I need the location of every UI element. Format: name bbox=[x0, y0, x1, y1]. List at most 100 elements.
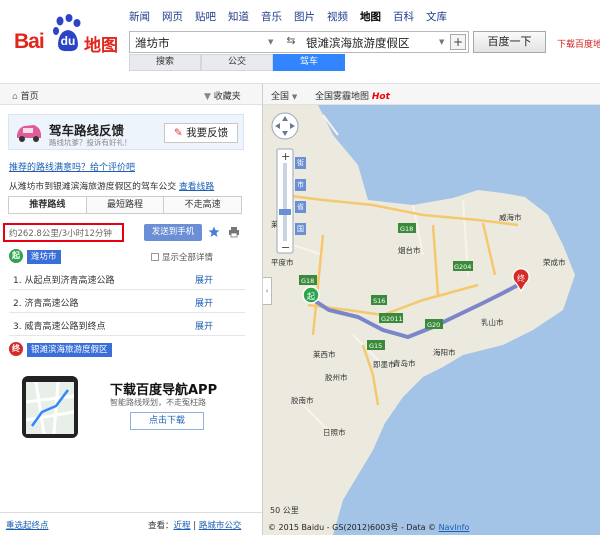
map-canvas[interactable]: 莱州市 威海市 烟台市 莱西市 即墨市 青岛市 胶州市 胶南市 日照市 海阳市 … bbox=[263, 105, 600, 535]
expand-link[interactable]: 展开 bbox=[195, 296, 213, 309]
home-link[interactable]: ⌂ 首页 bbox=[12, 89, 39, 102]
feedback-button-label: 我要反馈 bbox=[186, 127, 229, 139]
svg-text:海阳市: 海阳市 bbox=[433, 347, 456, 357]
destination-input[interactable]: 银滩滨海旅游度假区 bbox=[306, 35, 410, 51]
end-badge: 终 bbox=[9, 342, 23, 356]
view-lines-link[interactable]: 查看线路 bbox=[179, 182, 214, 192]
tab-search[interactable]: 搜索 bbox=[129, 54, 201, 71]
mode-tabs: 搜索 公交 驾车 bbox=[129, 54, 345, 71]
expand-link[interactable]: 展开 bbox=[195, 273, 213, 286]
tab-no-highway[interactable]: 不走高速 bbox=[164, 197, 242, 213]
tab-driving[interactable]: 驾车 bbox=[273, 54, 345, 71]
app-title: 下载百度导航APP bbox=[110, 383, 218, 398]
swap-icon[interactable]: ⇆ bbox=[280, 34, 302, 51]
route-search-box: 潍坊市 ▼ ⇆ 银滩滨海旅游度假区 ▼ + bbox=[129, 31, 469, 53]
print-icon[interactable] bbox=[228, 226, 240, 238]
expand-link[interactable]: 展开 bbox=[195, 319, 213, 332]
route-step-label: 威青高速公路到终点 bbox=[24, 322, 106, 332]
svg-text:荣成市: 荣成市 bbox=[543, 257, 566, 267]
feedback-button[interactable]: ✎ 我要反馈 bbox=[164, 123, 238, 143]
reselect-endpoints-link[interactable]: 重选起终点 bbox=[6, 519, 49, 531]
nav-web[interactable]: 网页 bbox=[162, 9, 183, 24]
zoom-country-label[interactable]: 国 bbox=[295, 223, 306, 235]
route-option-tabs: 推荐路线 最短路程 不走高速 bbox=[8, 196, 242, 214]
svg-text:胶南市: 胶南市 bbox=[291, 395, 314, 405]
smog-map-link[interactable]: 全国雾霾地图 Hot bbox=[315, 89, 390, 102]
tab-transit[interactable]: 公交 bbox=[201, 54, 273, 71]
svg-text:G204: G204 bbox=[454, 263, 471, 271]
route-description: 从潍坊市到银滩滨海旅游度假区的驾车公交 查看线路 bbox=[9, 179, 214, 192]
see-also-label: 查看： bbox=[148, 521, 174, 531]
zoom-province-label[interactable]: 省 bbox=[295, 201, 306, 213]
rate-route-link[interactable]: 推荐的路线满意吗？给个评价吧 bbox=[9, 160, 135, 173]
svg-text:起: 起 bbox=[307, 292, 315, 301]
favorites-link[interactable]: ▼ 收藏夹 bbox=[204, 89, 241, 102]
map-scale: 50 公里 bbox=[270, 506, 299, 515]
route-step-text: 1. 从起点到济青高速公路 bbox=[13, 273, 114, 286]
route-step-num: 2. bbox=[13, 299, 22, 309]
region-selector[interactable]: 全国 ▼ bbox=[271, 89, 297, 102]
collapse-panel-icon[interactable]: ‹ bbox=[263, 277, 272, 305]
route-step: 1. 从起点到济青高速公路 展开 bbox=[9, 268, 245, 290]
see-also-separator: | bbox=[193, 521, 197, 531]
route-step: 3. 威青高速公路到终点 展开 bbox=[9, 314, 245, 336]
qingdao-label: 青岛市 bbox=[393, 358, 416, 368]
origin-input[interactable]: 潍坊市 bbox=[135, 35, 170, 51]
zoom-city-label[interactable]: 市 bbox=[295, 179, 306, 191]
origin-dropdown-icon[interactable]: ▼ bbox=[268, 38, 273, 46]
nav-tieba[interactable]: 贴吧 bbox=[195, 9, 216, 24]
nav-video[interactable]: 视频 bbox=[327, 9, 348, 24]
tab-shortest[interactable]: 最短路程 bbox=[86, 197, 165, 213]
search-button[interactable]: 百度一下 bbox=[473, 31, 546, 53]
hot-badge: Hot bbox=[371, 92, 390, 102]
svg-text:乳山市: 乳山市 bbox=[481, 317, 504, 327]
home-icon: ⌂ bbox=[12, 92, 18, 102]
svg-text:G20: G20 bbox=[427, 321, 440, 329]
nearby-link[interactable]: 近程 bbox=[174, 521, 191, 531]
destination-dropdown-icon[interactable]: ▼ bbox=[439, 38, 444, 46]
nav-map[interactable]: 地图 bbox=[360, 9, 381, 24]
map-toolbar: 全国 ▼ 全国雾霾地图 Hot bbox=[263, 83, 600, 105]
svg-text:胶州市: 胶州市 bbox=[325, 372, 348, 382]
route-step-text: 3. 威青高速公路到终点 bbox=[13, 319, 105, 332]
nav-zhidao[interactable]: 知道 bbox=[228, 9, 249, 24]
add-waypoint-icon[interactable]: + bbox=[450, 34, 466, 50]
end-place[interactable]: 银滩滨海旅游度假区 bbox=[27, 343, 112, 357]
start-place[interactable]: 潍坊市 bbox=[27, 250, 61, 264]
phone-app-image bbox=[22, 376, 78, 438]
favorites-label: 收藏夹 bbox=[213, 92, 241, 102]
map-start-marker[interactable]: 起 bbox=[302, 286, 320, 304]
baidu-map-logo[interactable]: Bai du 地图 bbox=[14, 12, 118, 58]
star-icon[interactable] bbox=[208, 226, 220, 238]
show-all-details[interactable]: 显示全部详情 bbox=[151, 251, 213, 263]
route-step-num: 3. bbox=[13, 322, 22, 332]
nav-music[interactable]: 音乐 bbox=[261, 9, 282, 24]
nav-images[interactable]: 图片 bbox=[294, 9, 315, 24]
start-badge: 起 bbox=[9, 249, 23, 263]
nav-baike[interactable]: 百科 bbox=[393, 9, 414, 24]
navinfo-link[interactable]: NavInfo bbox=[439, 523, 470, 532]
city-transit-link[interactable]: 路城市公交 bbox=[199, 521, 242, 531]
svg-text:G18: G18 bbox=[400, 225, 413, 233]
banner-subtitle: 路线坑爹？投诉有好礼！ bbox=[49, 138, 132, 147]
download-app-button[interactable]: 点击下载 bbox=[130, 412, 204, 430]
show-all-checkbox[interactable] bbox=[151, 253, 159, 261]
svg-text:+: + bbox=[281, 150, 290, 163]
route-step: 2. 济青高速公路 展开 bbox=[9, 291, 245, 313]
svg-text:G18: G18 bbox=[301, 277, 314, 285]
svg-text:终: 终 bbox=[517, 273, 525, 283]
nav-wenku[interactable]: 文库 bbox=[426, 9, 447, 24]
home-label: 首页 bbox=[20, 92, 39, 102]
send-to-phone-button[interactable]: 发送到手机 bbox=[144, 224, 202, 241]
logo-text-du: du bbox=[60, 34, 76, 48]
logo-text-bai: Bai bbox=[14, 30, 45, 53]
app-subtitle: 智能路线规划，不走冤枉路 bbox=[110, 398, 206, 407]
zoom-street-label[interactable]: 街 bbox=[295, 157, 306, 169]
tab-recommended[interactable]: 推荐路线 bbox=[9, 197, 87, 213]
download-map-link[interactable]: 下载百度地 bbox=[557, 37, 600, 50]
map-svg: 莱州市 威海市 烟台市 莱西市 即墨市 青岛市 胶州市 胶南市 日照市 海阳市 … bbox=[263, 105, 600, 535]
feedback-banner: 驾车路线反馈 路线坑爹？投诉有好礼！ ✎ 我要反馈 bbox=[8, 114, 244, 150]
route-step-text: 2. 济青高速公路 bbox=[13, 296, 78, 309]
nav-news[interactable]: 新闻 bbox=[129, 9, 150, 24]
svg-text:烟台市: 烟台市 bbox=[398, 245, 421, 255]
